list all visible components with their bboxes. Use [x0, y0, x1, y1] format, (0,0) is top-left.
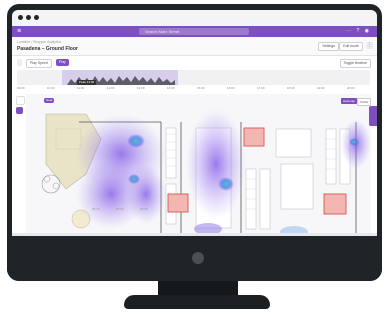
edit-mode-button[interactable]: Edit mode: [339, 42, 363, 51]
timeline-tick-label: 18:00: [287, 86, 295, 90]
timeline-tick-label: 12:00: [107, 86, 115, 90]
activity-sparkline: [67, 76, 175, 85]
page-title: Pasadena – Ground Floor: [17, 46, 78, 52]
timeline-ticks: 09:00 10:00 11:00 12:00 13:00 14:00 15:00 16:00…: [17, 86, 370, 91]
pointer-icon[interactable]: [16, 96, 25, 105]
more-icon[interactable]: ⋮: [366, 42, 373, 49]
app-screen: ≡ Search Main Street ⋯ ? ◉ Location / Sh…: [12, 26, 377, 236]
settings-button[interactable]: Settings: [318, 42, 339, 51]
monitor-base: [124, 295, 270, 309]
search-input[interactable]: Search Main Street: [139, 28, 249, 35]
timeline-toolbar: Play Speed Play Toggle timeline: [12, 56, 377, 68]
timeline-marker-label: Peak 14:00: [77, 80, 97, 85]
grid-icon[interactable]: [17, 59, 22, 66]
window-dot-icon[interactable]: [26, 15, 31, 20]
timeline-tick-label: 09:00: [17, 86, 25, 90]
paths-toggle[interactable]: Paths: [357, 98, 371, 106]
timeline-tick-label: 19:00: [317, 86, 325, 90]
layer-chip[interactable]: Heat: [44, 98, 55, 103]
power-button-icon[interactable]: [192, 252, 204, 264]
app-top-bar: ≡ Search Main Street ⋯ ? ◉: [12, 26, 377, 37]
breadcrumb[interactable]: Location / Shopper Analytics: [17, 40, 61, 44]
hamburger-icon[interactable]: ≡: [17, 28, 21, 35]
page-header: Location / Shopper Analytics Pasadena – …: [12, 37, 377, 56]
browser-titlebar: [12, 10, 377, 26]
timeline-tick-label: 17:00: [257, 86, 265, 90]
monitor-scene: ≡ Search Main Street ⋯ ? ◉ Location / Sh…: [0, 0, 386, 320]
floor-plan-heatmap[interactable]: Heat: [26, 94, 371, 236]
bottom-label: 00:45: [140, 207, 148, 211]
play-speed-button[interactable]: Play Speed: [26, 59, 52, 68]
toggle-timeline-button[interactable]: Toggle timeline: [339, 59, 371, 68]
side-panel-tab[interactable]: [369, 106, 377, 126]
heatmap-toggle[interactable]: Heatmap: [340, 98, 357, 104]
timeline-tick-label: 16:00: [227, 86, 235, 90]
bottom-label: 00:30: [116, 207, 124, 211]
bottom-label: 00:15: [92, 207, 100, 211]
map-tools: [16, 96, 25, 116]
timeline-tick-label: 14:00: [167, 86, 175, 90]
timeline-tick-label: 11:00: [77, 86, 85, 90]
timeline-tick-label: 20:00: [347, 86, 355, 90]
timeline-tick-label: 13:00: [137, 86, 145, 90]
play-button[interactable]: Play: [56, 59, 69, 66]
layer-tool-icon[interactable]: [16, 107, 23, 114]
window-dot-icon[interactable]: [18, 15, 23, 20]
timeline-tick-label: 15:00: [197, 86, 205, 90]
timeline-tick-label: 10:00: [47, 86, 55, 90]
floor-plan-svg: [26, 94, 371, 236]
topbar-icons[interactable]: ⋯ ? ◉: [346, 28, 371, 34]
window-dot-icon[interactable]: [34, 15, 39, 20]
timeline-track[interactable]: [17, 70, 370, 85]
